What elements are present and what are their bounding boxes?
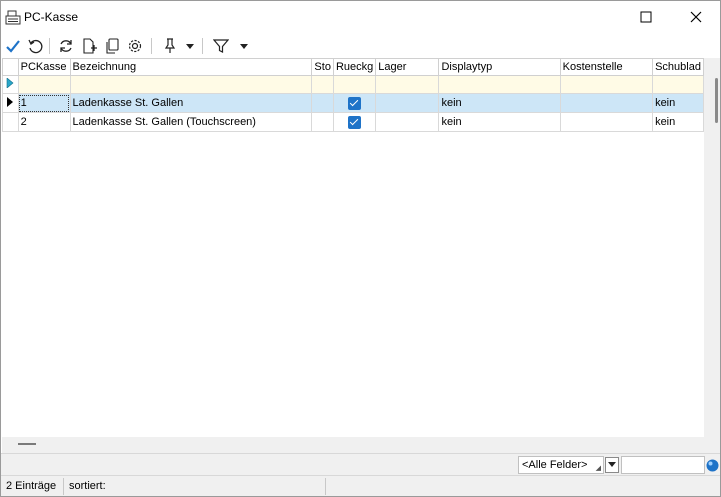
vertical-scrollbar[interactable]	[704, 58, 720, 437]
status-extra	[327, 478, 719, 495]
cell-displaytyp[interactable]: kein	[438, 112, 561, 132]
column-header-lager[interactable]: Lager	[375, 58, 440, 76]
horizontal-scrollbar[interactable]	[2, 437, 704, 453]
status-bar: 2 Einträge sortiert:	[1, 475, 720, 496]
gear-icon	[128, 39, 142, 53]
filter-cell-bezeichnung[interactable]	[69, 75, 313, 94]
rueckg-checkbox[interactable]	[348, 115, 362, 129]
vertical-scroll-thumb[interactable]	[715, 78, 718, 123]
record-count: 2 Einträge	[2, 478, 64, 495]
row-indicator-header	[2, 58, 19, 76]
filter-cell-sto[interactable]	[311, 75, 334, 94]
toolbar	[1, 34, 720, 58]
new-document-icon	[83, 38, 97, 54]
table-row[interactable]: 2 Ladenkasse St. Gallen (Touchscreen) ke…	[2, 112, 704, 132]
checkmark-icon	[6, 40, 20, 53]
cell-sto[interactable]	[311, 112, 334, 132]
data-grid: PCKasse Bezeichnung Sto Rueckg Lager Dis…	[2, 58, 704, 437]
search-field-value: <Alle Felder>	[522, 459, 588, 471]
pin-icon	[164, 38, 176, 53]
cell-rueckg[interactable]	[332, 112, 377, 132]
refresh-button[interactable]	[57, 37, 75, 55]
horizontal-scroll-thumb[interactable]	[18, 443, 36, 445]
confirm-button[interactable]	[4, 37, 22, 55]
scrollbar-corner	[704, 437, 720, 453]
caret-down-icon	[186, 44, 194, 49]
filter-cell-displaytyp[interactable]	[438, 75, 561, 94]
pin-dropdown-button[interactable]	[184, 37, 196, 55]
resize-grip-icon: ◢	[595, 465, 601, 472]
search-field-select[interactable]: <Alle Felder> ◢	[518, 456, 604, 474]
globe-search-icon	[706, 459, 719, 471]
filter-row-arrow-icon	[6, 77, 14, 89]
filter-cell-pckasse[interactable]	[17, 75, 71, 94]
cell-displaytyp[interactable]: kein	[438, 93, 561, 113]
cell-kostenstelle[interactable]	[559, 112, 654, 132]
pc-kasse-window: PC-Kasse PCKasse Bezeichnung Sto Rueckg …	[0, 0, 721, 497]
maximize-button[interactable]	[623, 1, 669, 33]
close-icon	[690, 11, 702, 23]
cell-rueckg[interactable]	[332, 93, 377, 113]
settings-button[interactable]	[126, 37, 144, 55]
refresh-icon	[60, 40, 72, 52]
toolbar-separator	[49, 38, 50, 54]
cell-kostenstelle[interactable]	[559, 93, 654, 113]
table-row[interactable]: 1 Ladenkasse St. Gallen kein kein	[2, 93, 704, 113]
filter-cell-kostenstelle[interactable]	[559, 75, 654, 94]
filter-dropdown-button[interactable]	[238, 37, 250, 55]
filter-cell-rueckg[interactable]	[332, 75, 377, 94]
search-input[interactable]	[621, 456, 705, 474]
new-record-button[interactable]	[80, 37, 98, 55]
pin-button[interactable]	[161, 37, 179, 55]
caret-down-icon	[240, 44, 248, 49]
cell-pckasse[interactable]: 2	[17, 112, 71, 132]
row-indicator	[2, 112, 19, 132]
window-title: PC-Kasse	[24, 10, 79, 24]
cell-schublade[interactable]: kein	[652, 93, 704, 113]
maximize-icon	[640, 11, 652, 23]
search-go-button[interactable]	[705, 457, 720, 473]
cell-bezeichnung[interactable]: Ladenkasse St. Gallen (Touchscreen)	[69, 112, 313, 132]
column-header-bezeichnung[interactable]: Bezeichnung	[69, 58, 313, 76]
filter-cell-lager[interactable]	[375, 75, 440, 94]
cell-sto[interactable]	[311, 93, 334, 113]
column-header-kostenstelle[interactable]: Kostenstelle	[559, 58, 654, 76]
column-header-pckasse[interactable]: PCKasse	[17, 58, 71, 76]
search-field-dropdown-button[interactable]	[605, 457, 619, 473]
toolbar-separator	[202, 38, 203, 54]
column-header-rueckg[interactable]: Rueckg	[332, 58, 377, 76]
close-button[interactable]	[673, 1, 719, 33]
toolbar-separator	[151, 38, 152, 54]
undo-button[interactable]	[26, 37, 44, 55]
current-row-indicator	[2, 93, 19, 113]
header-row: PCKasse Bezeichnung Sto Rueckg Lager Dis…	[2, 58, 704, 76]
copy-icon	[106, 38, 119, 54]
cell-pckasse[interactable]: 1	[17, 93, 71, 113]
copy-record-button[interactable]	[103, 37, 121, 55]
cell-lager[interactable]	[375, 112, 440, 132]
title-bar: PC-Kasse	[1, 1, 720, 34]
filter-button[interactable]	[212, 37, 230, 55]
filter-row-indicator	[2, 75, 19, 94]
cell-schublade[interactable]: kein	[652, 112, 704, 132]
cash-register-icon	[5, 10, 21, 25]
filter-row[interactable]	[2, 75, 704, 94]
sort-status: sortiert:	[65, 478, 326, 495]
caret-down-icon	[608, 462, 616, 467]
cell-bezeichnung[interactable]: Ladenkasse St. Gallen	[69, 93, 313, 113]
current-row-arrow-icon	[7, 96, 14, 107]
search-bar: <Alle Felder> ◢	[1, 453, 720, 475]
column-header-schublade[interactable]: Schublad	[652, 58, 704, 76]
undo-icon	[28, 39, 43, 54]
column-header-sto[interactable]: Sto	[311, 58, 334, 76]
cell-lager[interactable]	[375, 93, 440, 113]
filter-icon	[213, 39, 229, 53]
rueckg-checkbox[interactable]	[348, 96, 362, 110]
column-header-displaytyp[interactable]: Displaytyp	[438, 58, 561, 76]
filter-cell-schublade[interactable]	[652, 75, 704, 94]
